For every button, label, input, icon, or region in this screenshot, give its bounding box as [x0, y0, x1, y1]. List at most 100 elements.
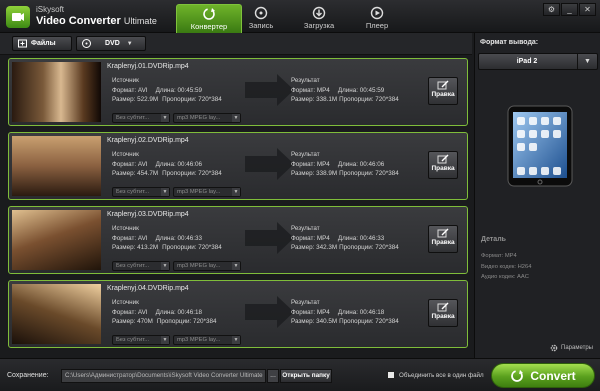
edit-label: Правка — [431, 165, 455, 172]
brand-name: Video Converter — [36, 15, 121, 27]
convert-arrow-icon — [245, 74, 294, 106]
refresh-icon — [511, 369, 524, 382]
tab-player[interactable]: Плеер — [344, 4, 410, 33]
source-info: Источник Формат: AVI Длина: 00:46:33 Разм… — [112, 224, 222, 253]
parameters-link[interactable]: Параметры — [550, 344, 593, 352]
title-bar: iSkysoft Video Converter Ultimate Конвер… — [0, 0, 600, 33]
source-resolution: Пропорции: 720*384 — [162, 244, 222, 251]
audio-track-select[interactable]: mp3 MPEG lay... ▼ — [173, 261, 241, 271]
edit-button[interactable]: Правка — [428, 225, 458, 253]
output-path-field[interactable]: C:\Users\Администратор\Documents\iSkysof… — [61, 369, 266, 383]
audio-track-value: mp3 MPEG lay... — [177, 189, 221, 195]
chevron-down-icon: ▼ — [161, 188, 169, 196]
edit-button[interactable]: Правка — [428, 77, 458, 105]
source-info: Источник Формат: AVI Длина: 00:45:59 Разм… — [112, 76, 222, 105]
subtitle-select[interactable]: Без субтит... ▼ — [112, 335, 170, 345]
merge-checkbox[interactable] — [387, 371, 395, 379]
chevron-down-icon: ▼ — [232, 188, 240, 196]
video-thumbnail[interactable] — [12, 284, 101, 344]
convert-button[interactable]: Convert — [491, 363, 595, 388]
subtitle-select[interactable]: Без субтит... ▼ — [112, 187, 170, 197]
convert-arrow-icon — [245, 296, 294, 328]
source-duration: Длина: 00:46:06 — [155, 160, 203, 168]
merge-option[interactable]: Объединить все в один файл — [387, 371, 484, 379]
subtitle-value: Без субтит... — [116, 337, 150, 343]
subtitle-select[interactable]: Без субтит... ▼ — [112, 113, 170, 123]
file-name: Kraplenyj.02.DVDRip.mp4 — [107, 137, 189, 144]
chevron-down-icon: ▼ — [232, 114, 240, 122]
source-resolution: Пропорции: 720*384 — [162, 96, 222, 103]
result-size: Размер: 342.3M — [291, 244, 338, 251]
file-item[interactable]: Kraplenyj.03.DVDRip.mp4 Источник Формат:… — [8, 206, 468, 274]
app-title: Video Converter Ultimate — [36, 15, 157, 27]
audio-track-select[interactable]: mp3 MPEG lay... ▼ — [173, 113, 241, 123]
source-duration: Длина: 00:45:59 — [155, 86, 203, 94]
source-info: Источник Формат: AVI Длина: 00:46:06 Разм… — [112, 150, 222, 179]
refresh-icon — [203, 8, 215, 20]
result-duration: Длина: 00:46:06 — [337, 160, 385, 168]
edit-button[interactable]: Правка — [428, 299, 458, 327]
result-size: Размер: 340.5M — [291, 318, 338, 325]
video-thumbnail[interactable] — [12, 136, 101, 196]
tab-burn[interactable]: Запись — [228, 4, 294, 33]
convert-label: Convert — [530, 368, 576, 383]
add-files-button[interactable]: Файлы — [12, 36, 72, 51]
edit-icon — [437, 80, 449, 90]
edit-label: Правка — [431, 239, 455, 246]
open-folder-button[interactable]: Открыть папку — [280, 369, 332, 383]
edit-label: Правка — [431, 313, 455, 320]
result-resolution: Пропорции: 720*384 — [339, 96, 399, 103]
tab-download[interactable]: Загрузка — [286, 4, 352, 33]
source-size: Размер: 522.9M — [112, 96, 159, 103]
file-item[interactable]: Kraplenyj.04.DVDRip.mp4 Источник Формат:… — [8, 280, 468, 348]
chevron-down-icon: ▼ — [577, 54, 597, 69]
result-title: Результат — [291, 77, 320, 84]
convert-arrow-icon — [245, 148, 294, 180]
source-resolution: Пропорции: 720*384 — [156, 318, 217, 325]
browse-button[interactable]: ... — [267, 369, 279, 383]
file-item[interactable]: Kraplenyj.01.DVDRip.mp4 Источник Формат:… — [8, 58, 468, 126]
chevron-down-icon: ▼ — [232, 262, 240, 270]
result-format: Формат: MP4 — [291, 308, 330, 316]
video-thumbnail[interactable] — [12, 62, 101, 122]
merge-label: Объединить все в один файл — [399, 371, 484, 379]
source-format: Формат: AVI — [112, 160, 148, 168]
output-panel: Формат вывода: iPad 2 ▼ Деталь Формат: M… — [474, 33, 600, 358]
file-item[interactable]: Kraplenyj.02.DVDRip.mp4 Источник Формат:… — [8, 132, 468, 200]
save-label: Сохранение: — [7, 372, 49, 379]
subtitle-select[interactable]: Без субтит... ▼ — [112, 261, 170, 271]
detail-video-codec: Видео кодек: H264 — [481, 263, 532, 270]
source-resolution: Пропорции: 720*384 — [162, 170, 222, 177]
result-info: Результат Формат: MP4 Длина: 00:46:33 Раз… — [291, 224, 399, 253]
audio-track-select[interactable]: mp3 MPEG lay... ▼ — [173, 187, 241, 197]
tab-label: Запись — [248, 21, 274, 30]
result-format: Формат: MP4 — [291, 160, 330, 168]
source-duration: Длина: 00:46:18 — [155, 308, 203, 316]
audio-track-select[interactable]: mp3 MPEG lay... ▼ — [173, 335, 241, 345]
brand-company: iSkysoft — [36, 5, 65, 14]
chevron-down-icon: ▼ — [126, 40, 133, 47]
file-list: Kraplenyj.01.DVDRip.mp4 Источник Формат:… — [6, 58, 468, 356]
subtitle-value: Без субтит... — [116, 189, 150, 195]
result-resolution: Пропорции: 720*384 — [339, 244, 399, 251]
detail-audio-codec: Аудио кодек: AAC — [481, 274, 529, 280]
minimize-button[interactable]: _ — [561, 3, 578, 16]
settings-button[interactable]: ⚙ — [543, 3, 560, 16]
edit-icon — [437, 154, 449, 164]
source-title: Источник — [112, 77, 139, 84]
app-logo — [6, 6, 30, 28]
source-size: Размер: 413.2M — [112, 244, 159, 251]
result-info: Результат Формат: MP4 Длина: 00:45:59 Раз… — [291, 76, 399, 105]
chevron-down-icon: ▼ — [161, 336, 169, 344]
close-button[interactable]: ✕ — [579, 3, 596, 16]
edit-button[interactable]: Правка — [428, 151, 458, 179]
toolbar: Файлы DVD ▼ — [0, 33, 472, 55]
video-thumbnail[interactable] — [12, 210, 101, 270]
edit-label: Правка — [431, 91, 455, 98]
window-controls: ⚙ _ ✕ — [543, 3, 596, 16]
output-format-select[interactable]: iPad 2 ▼ — [478, 53, 598, 70]
parameters-label: Параметры — [561, 345, 593, 351]
result-title: Результат — [291, 151, 320, 158]
audio-track-value: mp3 MPEG lay... — [177, 337, 221, 343]
load-dvd-button[interactable]: DVD ▼ — [76, 36, 146, 51]
